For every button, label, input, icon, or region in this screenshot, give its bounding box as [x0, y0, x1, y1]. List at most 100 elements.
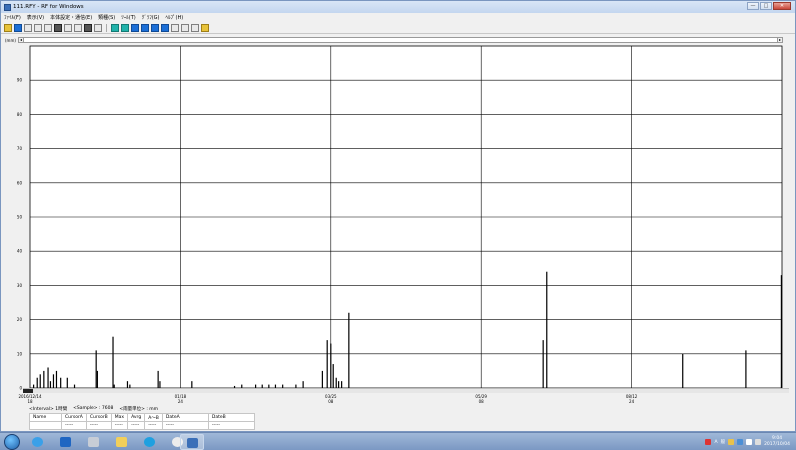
rain-bar — [49, 381, 52, 388]
system-tray: A 般 9:04 2017/10/04 — [705, 434, 790, 450]
interval-label: <Interval> — [29, 407, 54, 412]
rain-bar — [36, 377, 38, 388]
blue-icon-1[interactable] — [131, 23, 139, 32]
window-controls: — □ ✕ — [747, 2, 791, 10]
menu-type[interactable]: 類種(S) — [95, 14, 118, 21]
y-tick-label: 60 — [17, 180, 23, 185]
interval-value: 1時間 — [55, 407, 68, 412]
title-bar[interactable]: 111.RFY - RF for Windows — □ ✕ — [1, 1, 795, 13]
stats-cell: ----- — [61, 421, 87, 430]
x-tick-time: 08 — [328, 399, 334, 403]
teal-icon-2[interactable] — [121, 23, 129, 32]
rain-bar — [335, 377, 337, 388]
folder-icon[interactable] — [110, 434, 134, 450]
menu-device[interactable]: 本体設定・通信(E) — [47, 14, 95, 21]
ie-icon[interactable] — [26, 434, 50, 450]
tray-icon-2[interactable] — [737, 439, 744, 445]
stats-header: A～B — [144, 413, 163, 422]
alert-icon[interactable] — [705, 439, 712, 445]
rain-bar — [542, 340, 544, 388]
tools-icon[interactable] — [82, 434, 106, 450]
rainfall-chart[interactable]: 0 10 20 30 40 50 60 70 80 90 2016/12/14 18 01/18 24 03… — [1, 43, 796, 403]
blue-icon-3[interactable] — [151, 23, 159, 32]
y-tick-label: 0 — [19, 386, 22, 391]
print-icon[interactable] — [24, 23, 32, 32]
stats-cell: ----- — [161, 421, 209, 430]
rain-bar — [330, 343, 332, 388]
rain-bar — [157, 370, 159, 388]
menu-tools[interactable]: ﾂｰﾙ(T) — [118, 14, 138, 21]
printer-icon[interactable] — [84, 23, 92, 32]
open-icon[interactable] — [4, 23, 12, 32]
taskbar: A 般 9:04 2017/10/04 — [0, 432, 796, 450]
close-button[interactable]: ✕ — [773, 2, 791, 10]
cursor-icon[interactable] — [44, 23, 52, 32]
rain-bar — [39, 374, 41, 388]
stats-header: DateB — [207, 413, 255, 422]
menu-bar: ﾌｧｲﾙ(F) 表示(V) 本体設定・通信(E) 類種(S) ﾂｰﾙ(T) ｸﾞ… — [1, 13, 795, 22]
skype-icon[interactable] — [138, 434, 162, 450]
grid-icon[interactable] — [171, 23, 179, 32]
menu-help[interactable]: ﾍﾙﾌﾟ(H) — [163, 14, 187, 21]
app-window: 111.RFY - RF for Windows — □ ✕ ﾌｧｲﾙ(F) 表… — [0, 0, 796, 432]
ime-mode[interactable]: 般 — [721, 439, 726, 445]
ime-a[interactable]: A — [714, 440, 717, 445]
save-icon[interactable] — [14, 23, 22, 32]
menu-graph[interactable]: ｸﾞﾗﾌ(G) — [139, 14, 163, 21]
stats-table: Name CursorA CursorB Max Avrg A～B DateA … — [29, 413, 255, 430]
window-title: 111.RFY - RF for Windows — [13, 4, 84, 10]
rain-bar — [112, 336, 114, 388]
fit-icon[interactable] — [74, 23, 82, 32]
outlook-icon[interactable] — [54, 434, 78, 450]
rain-bar — [321, 370, 323, 388]
help-icon[interactable] — [201, 23, 209, 32]
rain-bar — [43, 370, 45, 388]
tray-icon-1[interactable] — [728, 439, 735, 445]
menu-file[interactable]: ﾌｧｲﾙ(F) — [1, 14, 24, 21]
minimize-button[interactable]: — — [747, 2, 759, 10]
y-tick-label: 50 — [17, 215, 23, 220]
zoom-in-icon[interactable] — [181, 23, 189, 32]
table-icon[interactable] — [34, 23, 42, 32]
menu-view[interactable]: 表示(V) — [24, 14, 47, 21]
scroll-thumb[interactable] — [23, 389, 33, 393]
teal-icon[interactable] — [111, 23, 119, 32]
rain-bar — [52, 374, 55, 388]
copy-icon[interactable] — [54, 23, 62, 32]
paste-icon[interactable] — [64, 23, 72, 32]
rain-bar — [47, 367, 49, 388]
y-tick-label: 10 — [17, 351, 23, 356]
rain-bar — [546, 271, 548, 388]
rain-bar — [302, 381, 304, 388]
clock-date: 2017/10/04 — [764, 442, 790, 447]
x-tick-time: 24 — [629, 399, 635, 403]
rain-bar — [191, 381, 193, 388]
rain-bar — [126, 381, 129, 388]
rf-app-icon[interactable] — [180, 434, 204, 450]
app-icon — [4, 3, 11, 11]
stats-cell — [29, 421, 62, 430]
maximize-button[interactable]: □ — [760, 2, 772, 10]
bottom-scrollbar[interactable] — [23, 388, 789, 393]
rain-bar — [341, 381, 343, 388]
zoom-out-icon[interactable] — [191, 23, 199, 32]
volume-icon[interactable] — [755, 439, 762, 445]
x-tick-time: 18 — [27, 399, 33, 403]
blue-icon-4[interactable] — [161, 23, 169, 32]
start-button[interactable] — [4, 434, 20, 450]
rain-bar — [780, 275, 782, 388]
stats-row: ----- ----- ----- ----- ----- ----- ----… — [29, 421, 255, 430]
toolbar-separator — [106, 23, 107, 32]
rain-bar — [338, 381, 340, 388]
stats-header: Name — [29, 413, 62, 422]
clock[interactable]: 9:04 2017/10/04 — [764, 436, 790, 448]
rain-bar — [96, 370, 98, 388]
network-icon[interactable] — [746, 439, 753, 445]
stats-header: Avrg — [127, 413, 146, 422]
chart-svg: 01020304050607080902016/12/141801/182403… — [17, 45, 783, 403]
toolbar — [1, 22, 795, 34]
rain-bar — [348, 312, 350, 388]
blue-icon-2[interactable] — [141, 23, 149, 32]
stats-header: CursorA — [61, 413, 87, 422]
preview-icon[interactable] — [94, 23, 102, 32]
